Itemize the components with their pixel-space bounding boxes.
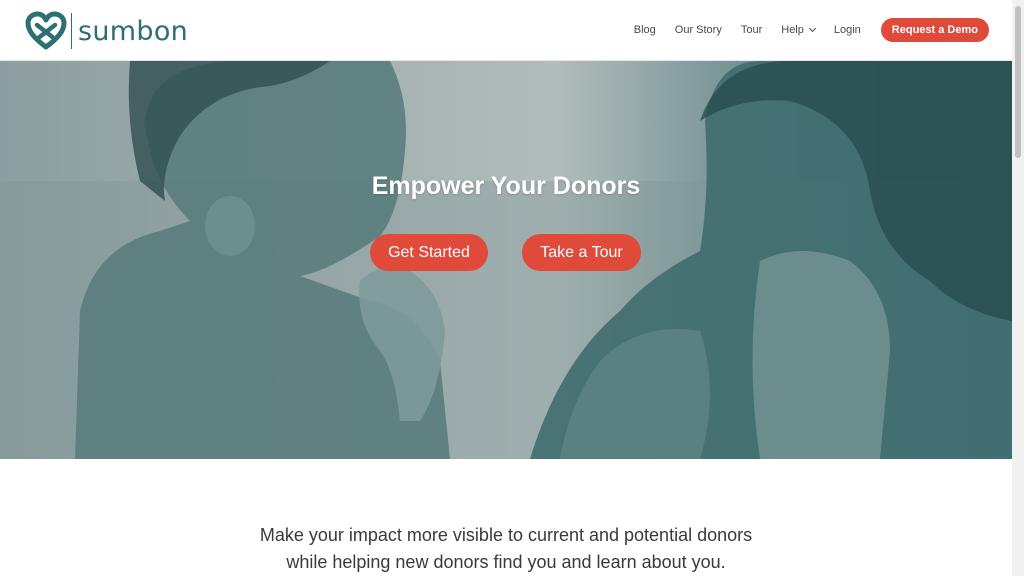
hero-photo [0,61,1012,459]
logo-divider [71,13,72,49]
intro-line-1: Make your impact more visible to current… [259,525,753,545]
nav-item-help-label: Help [781,24,804,36]
intro-line-2: while helping new donors find you and le… [286,552,726,572]
chevron-down-icon [808,24,816,33]
scrollbar-thumb[interactable] [1015,6,1021,158]
site-header: sumbon Blog Our Story Tour Help Login Re… [0,0,1012,61]
nav-item-blog[interactable]: Blog [634,24,656,36]
nav-item-login[interactable]: Login [834,24,861,36]
hero-banner: Empower Your Donors Get Started Take a T… [0,61,1012,459]
nav-item-help[interactable]: Help [781,24,816,36]
page-scrollbar[interactable] [1012,0,1024,576]
request-demo-button[interactable]: Request a Demo [880,18,989,42]
main-nav: Blog Our Story Tour Help Login Request a… [615,18,989,42]
brand-logo[interactable]: sumbon [25,11,188,51]
nav-item-our-story[interactable]: Our Story [675,24,722,36]
take-a-tour-button[interactable]: Take a Tour [522,234,641,271]
heart-logo-icon [25,11,67,50]
brand-name: sumbon [78,15,189,47]
intro-text: Make your impact more visible to current… [0,522,1012,576]
hero-title: Empower Your Donors [371,172,641,200]
nav-item-tour[interactable]: Tour [741,24,762,36]
get-started-button[interactable]: Get Started [370,234,488,271]
